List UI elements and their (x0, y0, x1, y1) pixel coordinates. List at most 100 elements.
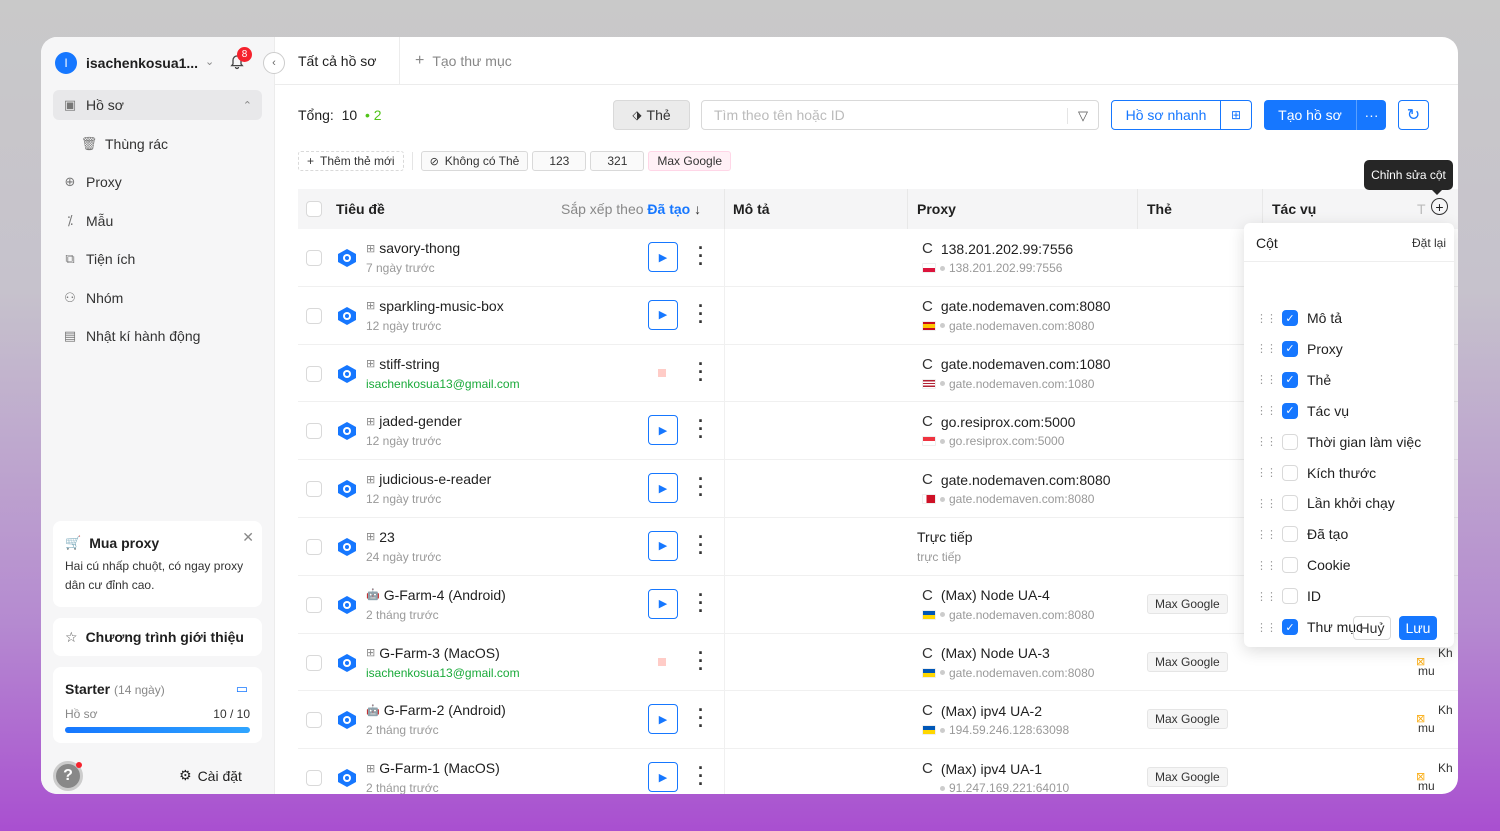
collapse-sidebar-button[interactable]: ‹ (263, 52, 285, 74)
column-option[interactable]: ⋮⋮ ✓ Tác vụ (1256, 400, 1349, 422)
drag-handle-icon[interactable]: ⋮⋮ (1256, 528, 1277, 541)
play-button[interactable]: ▶ (648, 588, 678, 619)
tag-chip[interactable]: Max Google (648, 151, 732, 171)
drag-handle-icon[interactable]: ⋮⋮ (1256, 621, 1277, 634)
more-vertical-icon[interactable]: · · · (696, 239, 706, 273)
tag-chip[interactable]: 321 (590, 151, 645, 171)
row-checkbox[interactable] (306, 538, 322, 555)
tag-filter-button[interactable]: ⬗ Thẻ (613, 100, 690, 130)
refresh-proxy-icon[interactable]: C (922, 587, 933, 604)
proxy-cell[interactable]: Cgate.nodemaven.com:8080 (922, 471, 1111, 488)
row-checkbox[interactable] (306, 712, 322, 729)
play-button[interactable]: ▶ (648, 530, 678, 561)
tab-all-profiles[interactable]: Tất cả hồ sơ (275, 37, 400, 85)
more-vertical-icon[interactable]: · · · (696, 759, 706, 793)
column-option[interactable]: ⋮⋮ ✓ Thư mục (1256, 616, 1363, 638)
tag-chip[interactable]: Max Google (1147, 651, 1228, 672)
column-checkbox[interactable] (1282, 433, 1298, 450)
sidebar-item-profiles[interactable]: ▣ Hồ sơ ⌃ (53, 90, 262, 120)
column-option[interactable]: ⋮⋮ Lần khởi chạy (1256, 492, 1395, 514)
row-checkbox[interactable] (306, 770, 322, 787)
tag-chip[interactable]: Max Google (1147, 593, 1228, 614)
refresh-proxy-icon[interactable]: C (922, 413, 933, 430)
filter-icon[interactable]: ▽ (1067, 108, 1088, 124)
referral-program[interactable]: ☆ Chương trình giới thiệu (53, 618, 262, 656)
more-vertical-icon[interactable]: · · · (696, 470, 706, 504)
profile-name[interactable]: ⊞ jaded-gender (366, 413, 462, 429)
row-checkbox[interactable] (306, 481, 322, 498)
row-checkbox[interactable] (306, 307, 322, 324)
column-checkbox[interactable] (1282, 588, 1298, 605)
refresh-proxy-icon[interactable]: C (922, 298, 933, 315)
settings-button[interactable]: ⚙ Cài đặt (179, 767, 242, 784)
cancel-button[interactable]: Huỷ (1353, 616, 1391, 640)
row-checkbox[interactable] (306, 596, 322, 613)
sidebar-item-groups[interactable]: ⚇ Nhóm (53, 283, 262, 313)
reset-button[interactable]: Đặt lại (1412, 236, 1446, 250)
search-input[interactable]: Tìm theo tên hoặc ID ▽ (701, 100, 1099, 130)
row-checkbox[interactable] (306, 423, 322, 440)
profile-name[interactable]: 🤖 G-Farm-2 (Android) (366, 702, 506, 718)
sidebar-item-trash[interactable]: 🗑 Thùng rác (53, 129, 262, 159)
refresh-proxy-icon[interactable]: C (922, 471, 933, 488)
refresh-proxy-icon[interactable]: C (922, 240, 933, 257)
table-row[interactable]: 🤖 G-Farm-2 (Android) 2 tháng trước ▶ · · · … (298, 691, 1458, 750)
column-option[interactable]: ⋮⋮ Kích thước (1256, 462, 1376, 484)
play-button[interactable]: ▶ (648, 704, 678, 735)
user-switcher[interactable]: I isachenkosua1... (55, 52, 198, 74)
more-vertical-icon[interactable]: · · · (696, 297, 706, 331)
refresh-proxy-icon[interactable]: C (922, 702, 933, 719)
profile-name[interactable]: ⊞ sparkling-music-box (366, 298, 504, 314)
chevron-down-icon[interactable]: ⌄ (205, 55, 214, 68)
tag-chip[interactable]: 123 (532, 151, 587, 171)
column-option[interactable]: ⋮⋮ Cookie (1256, 554, 1351, 576)
drag-handle-icon[interactable]: ⋮⋮ (1256, 404, 1277, 417)
profile-name[interactable]: ⊞ savory-thong (366, 240, 460, 256)
play-button[interactable]: ▶ (648, 473, 678, 504)
proxy-cell[interactable]: C (Max) ipv4 UA-1 (922, 760, 1042, 777)
proxy-cell[interactable]: C 138.201.202.99:7556 (922, 240, 1073, 257)
play-button[interactable]: ▶ (648, 762, 678, 793)
drag-handle-icon[interactable]: ⋮⋮ (1256, 342, 1277, 355)
proxy-cell[interactable]: Cgate.nodemaven.com:8080 (922, 298, 1111, 315)
more-vertical-icon[interactable]: · · · (696, 644, 706, 678)
no-tag-chip[interactable]: ⊘ Không có Thẻ (420, 151, 529, 171)
profile-name[interactable]: ⊞ stiff-string (366, 356, 440, 372)
proxy-cell[interactable]: C (Max) Node UA-4 (922, 587, 1050, 604)
add-tag-button[interactable]: + Thêm thẻ mới (298, 151, 404, 171)
tab-new-folder[interactable]: + Tạo thư mục (415, 37, 512, 85)
column-option[interactable]: ⋮⋮ Thời gian làm việc (1256, 431, 1421, 453)
proxy-cell[interactable]: Cgate.nodemaven.com:1080 (922, 356, 1111, 373)
profile-name[interactable]: ⊞ 23 (366, 529, 395, 545)
play-button[interactable]: ▶ (648, 299, 678, 330)
column-checkbox[interactable]: ✓ (1282, 371, 1298, 388)
row-checkbox[interactable] (306, 250, 322, 266)
calendar-icon[interactable]: ▭ (236, 681, 248, 697)
buy-proxy-card[interactable]: 🛒 Mua proxy Hai cú nhấp chuột, có ngay pr… (53, 521, 262, 607)
column-checkbox[interactable] (1282, 464, 1298, 481)
column-option[interactable]: ⋮⋮ ✓ Thẻ (1256, 369, 1331, 391)
drag-handle-icon[interactable]: ⋮⋮ (1256, 559, 1277, 572)
stop-button[interactable] (658, 657, 666, 666)
sidebar-item-templates[interactable]: ⁒ Mẫu (53, 206, 262, 236)
add-column-icon[interactable]: + (1431, 198, 1448, 215)
proxy-cell[interactable]: C (Max) Node UA-3 (922, 645, 1050, 662)
play-button[interactable]: ▶ (648, 242, 678, 272)
profile-name[interactable]: ⊞ G-Farm-1 (MacOS) (366, 760, 500, 776)
save-button[interactable]: Lưu (1399, 616, 1437, 640)
refresh-proxy-icon[interactable]: C (922, 356, 933, 373)
close-icon[interactable]: ✕ (242, 529, 254, 546)
drag-handle-icon[interactable]: ⋮⋮ (1256, 435, 1277, 448)
sidebar-item-proxy[interactable]: ⊕ Proxy (53, 167, 262, 197)
quick-profile-button[interactable]: Hồ sơ nhanh (1111, 100, 1221, 130)
help-icon[interactable]: ? (53, 761, 83, 791)
column-option[interactable]: ⋮⋮ ✓ Proxy (1256, 338, 1343, 360)
row-checkbox[interactable] (306, 654, 322, 671)
column-checkbox[interactable]: ✓ (1282, 402, 1298, 419)
column-option[interactable]: ⋮⋮ ✓ Mô tả (1256, 307, 1342, 329)
drag-handle-icon[interactable]: ⋮⋮ (1256, 373, 1277, 386)
drag-handle-icon[interactable]: ⋮⋮ (1256, 590, 1277, 603)
proxy-cell[interactable]: C (Max) ipv4 UA-2 (922, 702, 1042, 719)
drag-handle-icon[interactable]: ⋮⋮ (1256, 466, 1277, 479)
sidebar-item-activity-log[interactable]: ▤ Nhật kí hành động (53, 321, 262, 351)
